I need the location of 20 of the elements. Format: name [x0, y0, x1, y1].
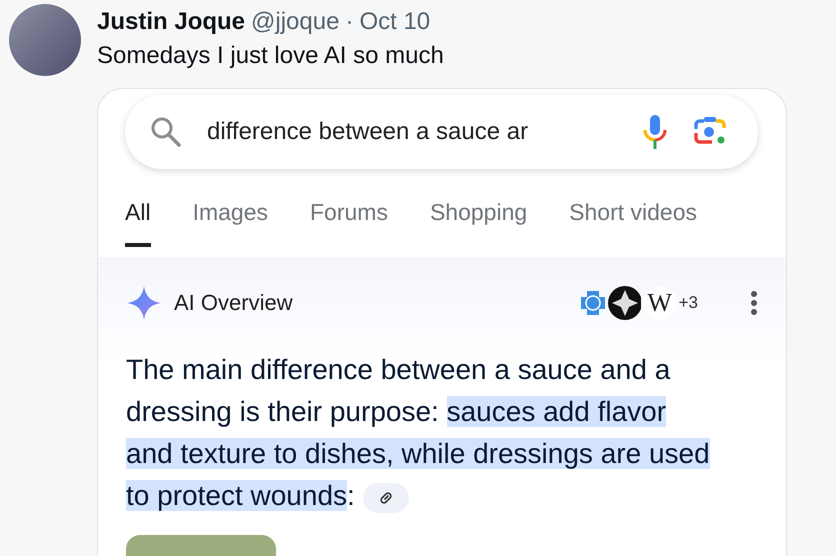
source-logo[interactable]: W — [642, 286, 677, 320]
microphone-icon[interactable] — [642, 114, 668, 150]
overview-title: AI Overview — [174, 290, 293, 316]
sparkle-icon — [126, 285, 162, 321]
post-date[interactable]: Oct 10 — [359, 8, 430, 36]
post-text: Somedays I just love AI so much — [97, 42, 444, 70]
more-sources-count[interactable]: +3 — [678, 293, 698, 313]
tab[interactable]: All — [125, 199, 151, 247]
author-name[interactable]: Justin Joque — [97, 8, 246, 36]
search-query: difference between a sauce ar — [207, 118, 530, 146]
tab[interactable]: Forums — [310, 199, 388, 247]
more-options-icon[interactable] — [750, 290, 758, 316]
search-field[interactable]: difference between a sauce ar — [125, 95, 758, 169]
author-handle[interactable]: @jjoque — [251, 8, 340, 36]
separator-dot: · — [345, 8, 354, 36]
tab[interactable]: Short videos — [569, 199, 698, 247]
tab[interactable]: Images — [192, 199, 268, 247]
tab[interactable]: Shopping — [430, 199, 528, 247]
search-icon — [149, 115, 183, 149]
link-icon[interactable] — [362, 482, 409, 513]
